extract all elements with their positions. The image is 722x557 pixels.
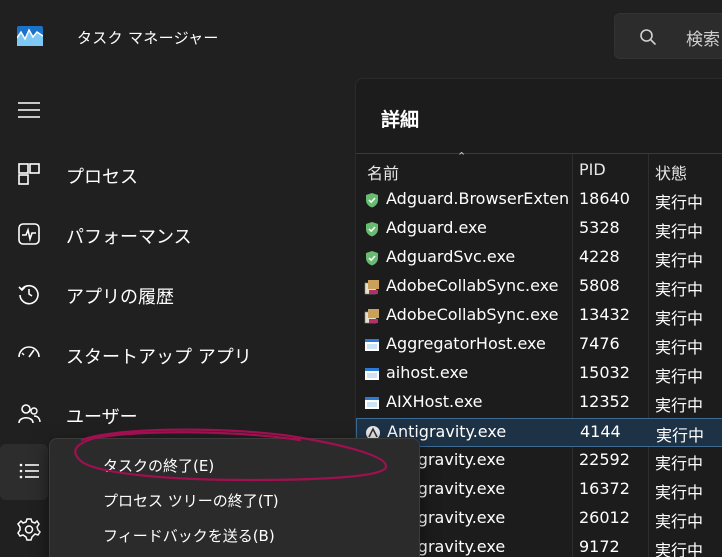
menu-item-end-task[interactable]: タスクの終了(E) xyxy=(54,447,416,481)
process-name: Adguard.BrowserExtensionHost.exe xyxy=(386,189,570,208)
process-pid: 5328 xyxy=(579,218,620,237)
task-manager-logo-icon xyxy=(17,26,43,46)
window-app-icon xyxy=(365,368,379,380)
sidebar-item-services[interactable] xyxy=(0,502,48,557)
sidebar-item-label: ユーザー xyxy=(66,407,138,428)
sidebar-item-startup-apps[interactable]: スタートアップ アプリ xyxy=(0,327,354,383)
window-app-icon xyxy=(365,339,379,351)
process-name: AdguardSvc.exe xyxy=(386,247,516,266)
search-placeholder: 検索 xyxy=(686,30,720,50)
adguard-shield-icon xyxy=(366,222,378,237)
sidebar-item-label: プロセス xyxy=(66,167,138,188)
performance-icon xyxy=(18,223,40,245)
sidebar-item-processes[interactable]: プロセス xyxy=(0,147,354,203)
services-icon xyxy=(17,518,41,541)
process-name: AdobeCollabSync.exe xyxy=(386,276,559,295)
process-pid: 5808 xyxy=(579,276,620,295)
process-name: AggregatorHost.exe xyxy=(386,334,546,353)
process-pid: 15032 xyxy=(579,363,630,382)
process-status: 実行中 xyxy=(655,367,704,386)
search-icon xyxy=(640,29,656,45)
process-name: AdobeCollabSync.exe xyxy=(386,305,559,324)
menu-item-label: プロセス ツリーの終了(T) xyxy=(103,492,279,510)
process-status: 実行中 xyxy=(655,512,704,531)
table-row[interactable]: AggregatorHost.exe 7476 実行中 xyxy=(356,331,722,360)
app-history-icon xyxy=(18,284,39,305)
process-pid: 22592 xyxy=(579,450,630,469)
table-row[interactable]: AdguardSvc.exe 4228 実行中 xyxy=(356,244,722,273)
process-pid: 16372 xyxy=(579,479,630,498)
adguard-shield-icon xyxy=(366,251,378,266)
adguard-shield-icon xyxy=(366,193,378,208)
context-menu: タスクの終了(E) プロセス ツリーの終了(T) フィードバックを送る(B) xyxy=(49,438,420,557)
sidebar-item-users[interactable]: ユーザー xyxy=(0,387,354,443)
process-pid: 4228 xyxy=(579,247,620,266)
sidebar-item-app-history[interactable]: アプリの履歴 xyxy=(0,267,354,323)
process-status: 実行中 xyxy=(655,280,704,299)
sidebar-item-performance[interactable]: パフォーマンス xyxy=(0,207,354,263)
process-status: 実行中 xyxy=(656,426,705,445)
process-status: 実行中 xyxy=(655,396,704,415)
process-pid: 12352 xyxy=(579,392,630,411)
menu-item-label: フィードバックを送る(B) xyxy=(103,527,275,545)
column-header-name[interactable]: 名前 xyxy=(367,160,399,184)
table-header: ⌃ 名前 PID 状態 xyxy=(356,150,722,186)
table-row[interactable]: Adguard.exe 5328 実行中 xyxy=(356,215,722,244)
users-icon xyxy=(18,404,41,424)
sidebar-item-details[interactable] xyxy=(0,444,48,500)
process-status: 実行中 xyxy=(655,193,704,212)
process-status: 実行中 xyxy=(655,222,704,241)
process-status: 実行中 xyxy=(655,251,704,270)
menu-item-label: タスクの終了(E) xyxy=(103,457,215,475)
process-name: Adguard.exe xyxy=(386,218,487,237)
process-name: aihost.exe xyxy=(386,363,469,382)
details-icon xyxy=(19,463,39,479)
adobe-collab-icon xyxy=(364,309,379,324)
table-row[interactable]: AdobeCollabSync.exe 13432 実行中 xyxy=(356,302,722,331)
process-status: 実行中 xyxy=(655,454,704,473)
page-title: 詳細 xyxy=(381,109,420,131)
process-status: 実行中 xyxy=(655,541,704,557)
process-name: AIXHost.exe xyxy=(386,392,483,411)
window-app-icon xyxy=(365,397,379,409)
process-pid: 18640 xyxy=(579,189,630,208)
adobe-collab-icon xyxy=(364,280,379,295)
processes-icon xyxy=(18,163,40,185)
process-pid: 4144 xyxy=(580,422,621,441)
column-header-pid[interactable]: PID xyxy=(579,160,606,179)
sort-ascending-icon: ⌃ xyxy=(457,150,467,163)
table-row[interactable]: AdobeCollabSync.exe 5808 実行中 xyxy=(356,273,722,302)
process-pid: 9172 xyxy=(579,537,620,556)
process-pid: 7476 xyxy=(579,334,620,353)
process-status: 実行中 xyxy=(655,338,704,357)
menu-item-end-process-tree[interactable]: プロセス ツリーの終了(T) xyxy=(54,482,416,516)
hamburger-menu-icon[interactable] xyxy=(17,100,41,120)
sidebar-item-label: スタートアップ アプリ xyxy=(66,347,252,368)
process-status: 実行中 xyxy=(655,483,704,502)
process-status: 実行中 xyxy=(655,309,704,328)
process-pid: 13432 xyxy=(579,305,630,324)
table-row[interactable]: Adguard.BrowserExtensionHost.exe 18640 実行中 xyxy=(356,186,722,215)
sidebar-item-label: アプリの履歴 xyxy=(66,287,174,308)
column-header-status[interactable]: 状態 xyxy=(655,160,687,184)
title-bar: タスク マネージャー 検索 xyxy=(0,0,722,78)
process-pid: 26012 xyxy=(579,508,630,527)
search-input[interactable]: 検索 xyxy=(614,13,722,59)
app-title: タスク マネージャー xyxy=(77,29,219,47)
startup-apps-icon xyxy=(18,346,40,358)
table-row[interactable]: AIXHost.exe 12352 実行中 xyxy=(356,389,722,418)
menu-item-send-feedback[interactable]: フィードバックを送る(B) xyxy=(54,517,416,551)
sidebar-item-label: パフォーマンス xyxy=(66,227,192,248)
table-row[interactable]: aihost.exe 15032 実行中 xyxy=(356,360,722,389)
